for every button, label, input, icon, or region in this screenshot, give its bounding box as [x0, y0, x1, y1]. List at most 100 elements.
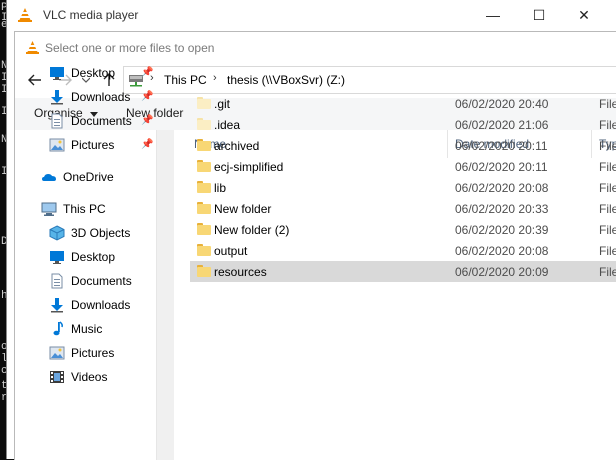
- this-pc-icon: [41, 201, 57, 217]
- desktop-icon: [49, 65, 65, 81]
- file-row[interactable]: ecj-simplified 06/02/2020 20:11 File: [190, 156, 616, 177]
- file-type: File: [599, 244, 616, 258]
- folder-icon: [197, 160, 211, 172]
- nav-item-videos[interactable]: Videos: [49, 366, 107, 388]
- nav-item-downloads[interactable]: Downloads: [49, 86, 130, 108]
- file-row[interactable]: archived 06/02/2020 20:11 File: [190, 135, 616, 156]
- file-row[interactable]: New folder (2) 06/02/2020 20:39 File: [190, 219, 616, 240]
- folder-icon: [197, 265, 211, 277]
- nav-item-label: Downloads: [71, 90, 131, 104]
- nav-item-label: This PC: [63, 202, 106, 216]
- nav-item-label: Documents: [71, 114, 132, 128]
- nav-item-music[interactable]: Music: [49, 318, 102, 340]
- file-row[interactable]: lib 06/02/2020 20:08 File: [190, 177, 616, 198]
- videos-icon: [49, 369, 65, 385]
- downloads-icon: [49, 297, 65, 313]
- nav-item-onedrive[interactable]: OneDrive: [41, 166, 114, 188]
- file-name: .git: [214, 97, 231, 111]
- file-type: File: [599, 160, 616, 174]
- window-title: VLC media player: [43, 8, 139, 22]
- open-file-dialog: Select one or more files to open › This …: [14, 31, 616, 460]
- file-name: output: [214, 244, 248, 258]
- nav-item-label: Videos: [71, 370, 108, 384]
- pictures-icon: [49, 345, 65, 361]
- nav-item-label: Downloads: [71, 298, 131, 312]
- nav-item-pictures[interactable]: Pictures: [49, 342, 114, 364]
- file-type: File: [599, 181, 616, 195]
- nav-item-documents[interactable]: Documents: [49, 270, 132, 292]
- folder-icon: [197, 202, 211, 214]
- back-button[interactable]: [25, 70, 45, 90]
- back-arrow-icon: [28, 74, 41, 86]
- file-date-modified: 06/02/2020 20:08: [455, 244, 549, 258]
- nav-item-label: OneDrive: [63, 170, 114, 184]
- file-name: ecj-simplified: [214, 160, 284, 174]
- nav-item-label: Pictures: [71, 346, 115, 360]
- breadcrumb-this-pc[interactable]: This PC: [164, 73, 207, 87]
- documents-icon: [49, 113, 65, 129]
- desktop-icon: [49, 249, 65, 265]
- file-name: New folder: [214, 202, 272, 216]
- file-list: Name Date modified Typ .git06/02/2020 20…: [174, 97, 616, 460]
- minimize-button[interactable]: —: [470, 0, 516, 30]
- pin-icon: 📌: [141, 115, 154, 126]
- onedrive-icon: [41, 169, 57, 185]
- folder-icon: [197, 97, 211, 109]
- breadcrumb-thesis-drive[interactable]: thesis (\\VBoxSvr) (Z:): [227, 73, 345, 87]
- nav-item-this-pc[interactable]: This PC: [41, 198, 106, 220]
- nav-pane-scrollbar[interactable]: [156, 130, 174, 460]
- file-name: .idea: [214, 118, 241, 132]
- file-row[interactable]: New folder 06/02/2020 20:33 File: [190, 198, 616, 219]
- dialog-title: Select one or more files to open: [45, 41, 215, 55]
- folder-icon: [197, 118, 211, 130]
- nav-item-downloads[interactable]: Downloads: [49, 294, 130, 316]
- address-bar[interactable]: › This PC › thesis (\\VBoxSvr) (Z:): [123, 66, 616, 94]
- file-row[interactable]: .idea 06/02/2020 21:06 File: [190, 114, 616, 135]
- vlc-cone-icon: [18, 8, 32, 22]
- nav-item-label: 3D Objects: [71, 226, 131, 240]
- pictures-icon: [49, 137, 65, 153]
- nav-item-3d-objects[interactable]: 3D Objects: [49, 222, 130, 244]
- file-date-modified: 06/02/2020 20:09: [455, 265, 549, 279]
- file-type: File: [599, 202, 616, 216]
- file-type: File: [599, 223, 616, 237]
- folder-icon: [197, 223, 211, 235]
- nav-item-desktop[interactable]: Desktop: [49, 246, 115, 268]
- file-date-modified: 06/02/2020 20:33: [455, 202, 549, 216]
- breadcrumb-separator: ›: [213, 72, 217, 84]
- close-button[interactable]: ✕: [561, 0, 607, 30]
- file-type: File: [599, 139, 616, 153]
- nav-item-desktop[interactable]: Desktop: [49, 62, 115, 84]
- file-type: File: [599, 97, 616, 111]
- nav-item-pictures[interactable]: Pictures: [49, 134, 114, 156]
- nav-item-label: Desktop: [71, 66, 116, 80]
- nav-item-label: Music: [71, 322, 103, 336]
- file-name: New folder (2): [214, 223, 290, 237]
- folder-icon: [197, 181, 211, 193]
- file-row[interactable]: output 06/02/2020 20:08 File: [190, 240, 616, 261]
- pin-icon: 📌: [141, 91, 154, 102]
- navigation-pane: Desktop 📌 Downloads 📌 Documents 📌 Pictures 📌 One…: [15, 66, 156, 460]
- file-date-modified: 06/02/2020 20:08: [455, 181, 549, 195]
- file-row[interactable]: .git 06/02/2020 20:40 File: [190, 93, 616, 114]
- maximize-button[interactable]: ☐: [516, 0, 562, 30]
- documents-icon: [49, 273, 65, 289]
- file-type: File: [599, 118, 616, 132]
- file-date-modified: 06/02/2020 20:11: [455, 139, 548, 153]
- file-date-modified: 06/02/2020 20:40: [455, 97, 549, 111]
- file-name: archived: [214, 139, 260, 153]
- file-row[interactable]: resources 06/02/2020 20:09 File: [190, 261, 616, 282]
- pin-icon: 📌: [141, 67, 154, 78]
- nav-item-label: Pictures: [71, 138, 115, 152]
- music-icon: [49, 321, 65, 337]
- 3d-objects-icon: [49, 225, 65, 241]
- file-date-modified: 06/02/2020 21:06: [455, 118, 549, 132]
- file-name: resources: [214, 265, 267, 279]
- file-name: lib: [214, 181, 227, 195]
- nav-item-documents[interactable]: Documents: [49, 110, 132, 132]
- file-type: File: [599, 265, 616, 279]
- nav-item-label: Desktop: [71, 250, 116, 264]
- file-date-modified: 06/02/2020 20:39: [455, 223, 549, 237]
- new-folder-button[interactable]: New folder: [126, 106, 183, 120]
- pin-icon: 📌: [141, 139, 154, 150]
